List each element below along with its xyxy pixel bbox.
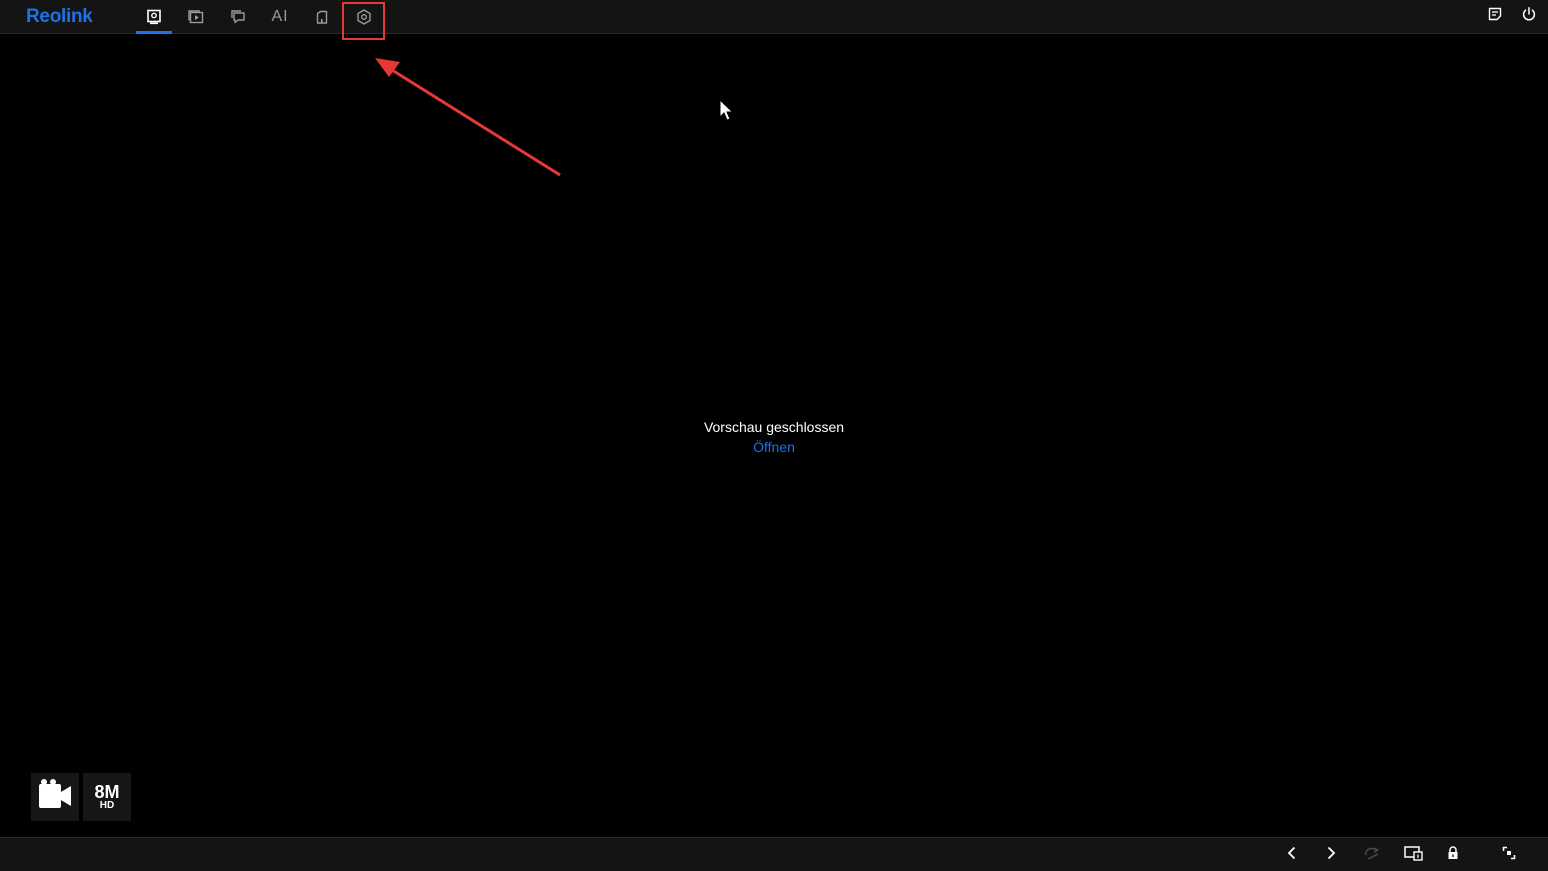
next-page-button[interactable] — [1321, 846, 1341, 864]
nav-ai-label: AI — [271, 7, 289, 25]
nav-ai[interactable]: AI — [262, 0, 298, 33]
screen-layout-button[interactable] — [1404, 845, 1424, 866]
top-bar: Reolink AI — [0, 0, 1548, 34]
record-camera-button[interactable] — [31, 773, 79, 821]
nav-device[interactable] — [304, 0, 340, 33]
video-camera-icon — [37, 778, 73, 817]
open-preview-link[interactable]: Öffnen — [753, 438, 795, 456]
resolution-badge[interactable]: 8M HD — [83, 773, 131, 821]
screen-layout-icon — [1404, 845, 1424, 866]
notes-icon — [1487, 6, 1503, 27]
nav-live-view[interactable] — [136, 0, 172, 34]
power-button[interactable] — [1519, 6, 1539, 26]
playback-icon — [187, 9, 205, 25]
nav-messages[interactable] — [220, 0, 256, 33]
settings-gear-icon — [355, 8, 373, 26]
fullscreen-icon — [1502, 846, 1516, 865]
bottom-toolbar — [0, 837, 1548, 871]
device-icon — [314, 9, 330, 25]
lock-button[interactable] — [1443, 845, 1463, 865]
nav-playback[interactable] — [178, 0, 214, 33]
chevron-left-icon — [1286, 846, 1298, 865]
resolution-sub: HD — [99, 799, 115, 811]
chevron-right-icon — [1325, 846, 1337, 865]
rotate-button[interactable] — [1362, 846, 1382, 864]
chat-icon — [229, 9, 247, 25]
mouse-cursor-icon — [719, 99, 734, 121]
notes-button[interactable] — [1485, 6, 1505, 26]
resolution-main: 8M — [94, 781, 120, 802]
live-view-icon — [146, 9, 162, 25]
previous-page-button[interactable] — [1282, 846, 1302, 864]
preview-closed-text: Vorschau geschlossen — [703, 419, 845, 435]
lock-icon — [1446, 845, 1460, 865]
fullscreen-button[interactable] — [1499, 846, 1519, 864]
nav-settings[interactable] — [346, 0, 382, 33]
reolink-logo: Reolink — [26, 6, 93, 27]
rotate-icon — [1363, 846, 1381, 865]
preview-message: Vorschau geschlossen Öffnen — [0, 419, 1548, 457]
power-icon — [1521, 6, 1537, 27]
